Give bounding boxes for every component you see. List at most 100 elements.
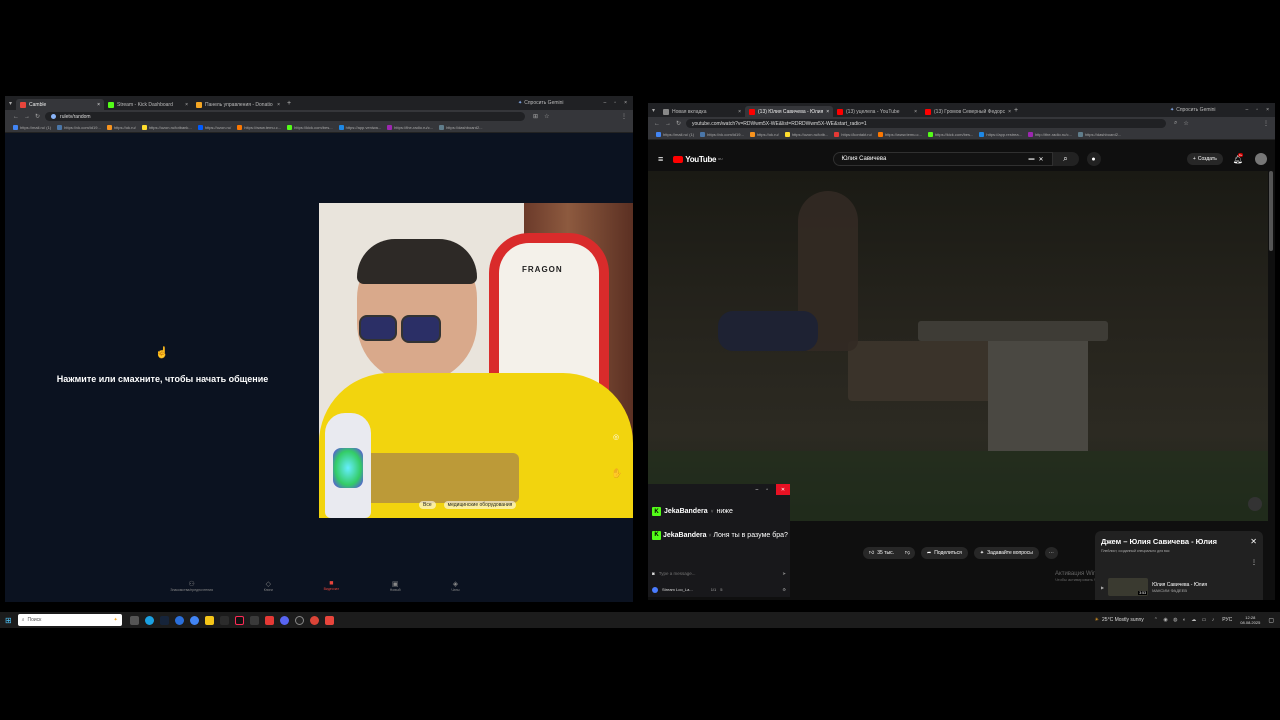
avatar[interactable]	[1255, 153, 1267, 165]
settings-app-icon[interactable]	[174, 615, 184, 625]
app-icon[interactable]	[249, 615, 259, 625]
bookmark-item[interactable]: https://the-radio.ru/c...	[387, 125, 433, 130]
extensions-icon[interactable]: ⊞	[533, 113, 538, 120]
bookmark-item[interactable]: https://mail.ru/ (1)	[13, 125, 51, 130]
tab-close-icon[interactable]: ×	[914, 109, 917, 115]
youtube-video-player[interactable]	[648, 171, 1268, 521]
app-icon[interactable]	[219, 615, 229, 625]
discord-icon[interactable]	[279, 615, 289, 625]
back-icon[interactable]: ←	[654, 121, 660, 127]
edge-icon[interactable]	[144, 615, 154, 625]
send-icon[interactable]: ➤	[782, 571, 786, 577]
bookmark-item[interactable]: http://the-radio.ru/c...	[1027, 132, 1072, 137]
minimize-icon[interactable]: –	[755, 487, 758, 493]
minimize-icon[interactable]: –	[1246, 107, 1249, 113]
youtube-search-input[interactable]: Юлия Савичева ▬ ✕	[832, 152, 1053, 166]
create-button[interactable]: + Создать	[1186, 153, 1223, 165]
bookmark-item[interactable]: https://mail.ru/ (1)	[656, 132, 694, 137]
file-explorer-icon[interactable]	[204, 615, 214, 625]
nav-new[interactable]: ▣ Новый	[390, 580, 401, 598]
bookmark-item[interactable]: https://dashboard2...	[439, 125, 483, 130]
bookmark-item[interactable]: https://www.temu.c...	[877, 132, 922, 137]
bookmark-item[interactable]: https://vk.com/id19...	[57, 125, 101, 130]
bookmark-item[interactable]: https://www.temu.c...	[237, 125, 281, 130]
close-playlist-icon[interactable]: ✕	[1250, 537, 1257, 546]
youtube-logo[interactable]: YouTube RU	[673, 155, 723, 164]
tray-icons[interactable]: ⌃ ◉ ◍ ◐ ☁ ▭ ♪	[1154, 617, 1217, 623]
scrollbar[interactable]	[1269, 171, 1273, 251]
menu-icon[interactable]: ⋮	[621, 113, 627, 120]
right-tab-2[interactable]: (13) Юлия Савичева - Юлия ×	[745, 106, 834, 117]
right-tab-4[interactable]: (13) Громов Северный Федорс ×	[921, 106, 1011, 117]
new-tab-button[interactable]: +	[287, 100, 291, 107]
maximize-icon[interactable]: ▫	[766, 487, 768, 493]
ask-gemini-button[interactable]: ✦ Спросить Gemini	[518, 100, 564, 106]
like-button[interactable]: 👍︎ 35 тыс.	[863, 547, 900, 559]
chat-username[interactable]: JekaBandera	[664, 508, 708, 515]
task-view-icon[interactable]	[129, 615, 139, 625]
start-chat-prompt[interactable]: Нажмите или смахните, чтобы начать общен…	[25, 374, 300, 384]
clock[interactable]: 12:28 08.08.2025	[1240, 615, 1260, 625]
left-tab-2[interactable]: Stream - Kick Dashboard ×	[104, 99, 192, 110]
tab-search-icon[interactable]: ▾	[652, 107, 655, 114]
chat-username[interactable]: JekaBandera	[663, 532, 707, 539]
playlist-title[interactable]: Джем – Юлия Савичева - Юлия	[1101, 537, 1257, 546]
tab-close-icon[interactable]: ×	[738, 109, 741, 115]
bookmark-item[interactable]: https://kick.com/bes...	[287, 125, 333, 130]
bookmark-item[interactable]: https://app.restrea...	[979, 132, 1022, 137]
forward-icon[interactable]: →	[665, 121, 671, 127]
taskbar-search-input[interactable]: ⌕ Поиск ✦	[17, 614, 122, 626]
bookmark-item[interactable]: https://vk.com/id19...	[700, 132, 744, 137]
left-tab-3[interactable]: Панель управления - Donatio ×	[192, 99, 284, 110]
forward-icon[interactable]: →	[24, 114, 30, 120]
tab-close-icon[interactable]: ×	[1008, 109, 1011, 115]
voice-search-icon[interactable]: ●	[1086, 152, 1101, 166]
reload-icon[interactable]: ↻	[676, 120, 681, 127]
app-icon[interactable]	[264, 615, 274, 625]
ask-button[interactable]: ✦ Задавайте вопросы	[973, 547, 1039, 559]
share-button[interactable]: ➦ Поделиться	[921, 547, 968, 559]
chrome-icon[interactable]	[189, 615, 199, 625]
bookmark-item[interactable]: https://ok.ru/	[749, 132, 779, 137]
url-field[interactable]: ruletv/random	[45, 112, 526, 121]
playlist-item[interactable]: ▶ 3:53 Юлия Савичева - Юлия МАКСИМ ФАДЕЕ…	[1101, 577, 1261, 597]
settings-icon[interactable]: ⚙	[782, 587, 786, 592]
tab-close-icon[interactable]: ×	[97, 102, 100, 108]
new-tab-button[interactable]: +	[1014, 107, 1018, 114]
tab-close-icon[interactable]: ×	[185, 102, 188, 108]
left-tab-1[interactable]: Camble ×	[16, 99, 105, 110]
ask-gemini-button[interactable]: ✦ Спросить Gemini	[1170, 107, 1216, 113]
bookmark-item[interactable]: https://kontakt.ru/	[834, 132, 872, 137]
close-window-icon[interactable]: ×	[1266, 107, 1269, 113]
tab-close-icon[interactable]: ×	[826, 109, 829, 115]
reload-icon[interactable]: ↻	[35, 113, 40, 120]
overlay-tag[interactable]: Все	[419, 501, 436, 509]
search-button[interactable]: ⌕	[1052, 152, 1079, 166]
star-icon[interactable]: ☆	[1183, 120, 1188, 127]
bookmark-item[interactable]: https://ozon.ru/totbank...	[141, 125, 192, 130]
maximize-icon[interactable]: ▫	[1256, 107, 1258, 113]
minimize-icon[interactable]: –	[604, 100, 607, 106]
tiktok-icon[interactable]	[234, 615, 244, 625]
tab-search-icon[interactable]: ▾	[9, 100, 12, 107]
overlay-tag[interactable]: медицинские оборудования	[443, 501, 517, 509]
nav-videochat[interactable]: ■ Видеочат	[324, 580, 339, 598]
notifications-icon[interactable]: 🔔︎ 9+	[1233, 152, 1244, 164]
video-control-icon[interactable]: ◎	[613, 433, 619, 441]
video-settings-icon[interactable]	[1248, 497, 1262, 511]
weather-widget[interactable]: ☀ 25°C Mostly sunny	[1095, 617, 1144, 623]
bookmark-item[interactable]: https://ozon.ru/totb...	[784, 132, 828, 137]
right-tab-1[interactable]: Новая вкладка ×	[659, 106, 745, 117]
close-window-icon[interactable]: ×	[624, 100, 627, 106]
zoom-icon[interactable]: ⌕	[1174, 120, 1177, 127]
chat-input[interactable]	[658, 571, 779, 576]
windows-start-icon[interactable]: ⊞	[5, 616, 12, 625]
bookmark-item[interactable]: https://app.veniwa...	[338, 125, 381, 130]
bookmark-item[interactable]: https://ok.ru/	[106, 125, 136, 130]
nav-dating[interactable]: ⚇ Знакомства/предпочтения	[170, 580, 213, 598]
bookmark-item[interactable]: https://dashboard2...	[1077, 132, 1121, 137]
clear-search-icon[interactable]: ✕	[1039, 156, 1044, 163]
star-icon[interactable]: ☆	[544, 113, 549, 120]
language-indicator[interactable]: РУС	[1222, 617, 1232, 623]
keyboard-icon[interactable]: ▬	[1029, 156, 1035, 162]
